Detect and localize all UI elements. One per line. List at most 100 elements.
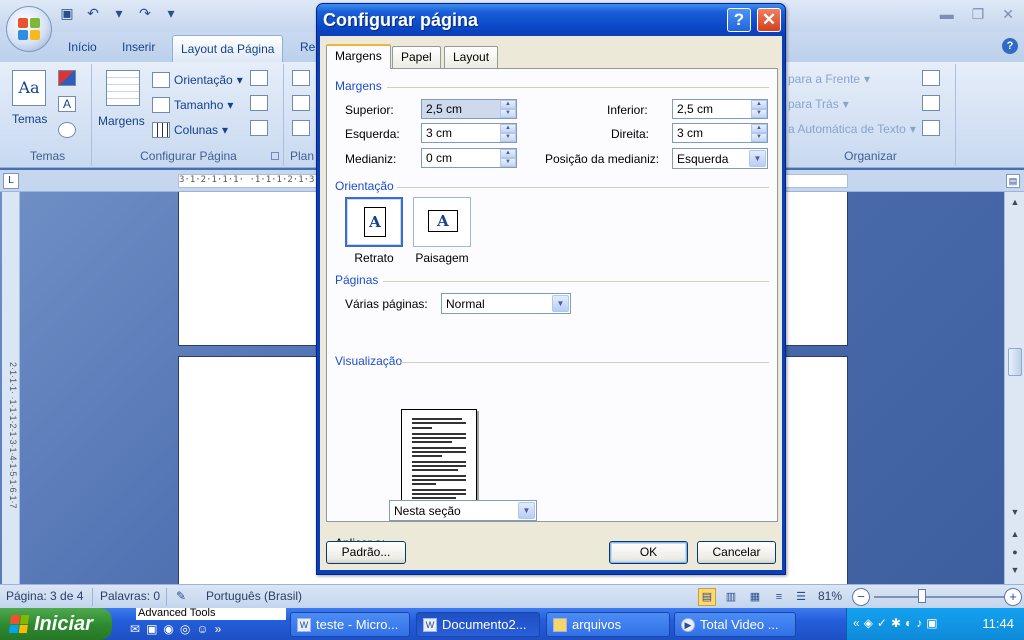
right-margin-input[interactable] xyxy=(673,124,751,142)
gutter-position-select[interactable]: Esquerda ▼ xyxy=(672,148,768,169)
hyphenation-icon[interactable] xyxy=(250,120,268,136)
spin-down-icon[interactable]: ▼ xyxy=(500,133,516,142)
page-count[interactable]: Página: 3 de 4 xyxy=(6,589,83,603)
left-margin-input[interactable] xyxy=(422,124,500,142)
multiple-pages-select[interactable]: Normal ▼ xyxy=(441,293,571,314)
antivirus-icon[interactable]: ✓ xyxy=(877,616,887,630)
scroll-down-icon[interactable]: ▼ xyxy=(1007,504,1023,520)
clock[interactable]: 11:44 xyxy=(982,616,1014,631)
spin-down-icon[interactable]: ▼ xyxy=(751,133,767,142)
tab-margens[interactable]: Margens xyxy=(326,44,391,69)
default-button[interactable]: Padrão... xyxy=(326,541,406,564)
spin-up-icon[interactable]: ▲ xyxy=(500,149,516,158)
spin-up-icon[interactable]: ▲ xyxy=(500,100,516,109)
landscape-option[interactable]: A xyxy=(413,197,471,247)
email-icon[interactable]: ✉ xyxy=(130,622,140,636)
spin-down-icon[interactable]: ▼ xyxy=(500,109,516,118)
landscape-label[interactable]: Paisagem xyxy=(402,251,482,265)
gutter-input[interactable] xyxy=(422,149,500,167)
update-icon[interactable]: ◐ xyxy=(905,616,912,630)
customize-qat-icon[interactable]: ▾ xyxy=(162,4,180,22)
cancel-button[interactable]: Cancelar xyxy=(697,541,776,564)
zoom-slider-track[interactable] xyxy=(874,596,1010,598)
messenger-icon[interactable]: ☺ xyxy=(196,622,208,636)
spin-down-icon[interactable]: ▼ xyxy=(751,109,767,118)
task-button[interactable]: ▶ Total Video ... xyxy=(674,612,796,637)
chevron-down-icon[interactable]: ▼ xyxy=(552,295,569,312)
tab-inicio[interactable]: Início xyxy=(68,40,97,54)
tab-inserir[interactable]: Inserir xyxy=(122,40,155,54)
tray-expand-icon[interactable]: « xyxy=(853,616,860,630)
help-icon[interactable]: ? xyxy=(1002,38,1018,54)
dialog-close-button[interactable]: ✕ xyxy=(757,8,781,32)
minimize-icon[interactable]: ▬ xyxy=(940,6,954,23)
spin-up-icon[interactable]: ▲ xyxy=(751,124,767,133)
orientation-button[interactable]: Orientação ▾ xyxy=(152,72,243,88)
bottom-margin-input[interactable] xyxy=(673,100,751,118)
columns-button[interactable]: Colunas ▾ xyxy=(152,122,228,138)
dialog-help-button[interactable]: ? xyxy=(727,8,751,32)
line-numbers-icon[interactable] xyxy=(250,95,268,111)
messenger-tray-icon[interactable]: ✱ xyxy=(891,616,901,630)
theme-fonts-icon[interactable]: A xyxy=(58,96,76,112)
browser-icon[interactable]: ◉ xyxy=(163,622,173,636)
print-layout-view-icon[interactable]: ▤ xyxy=(698,588,716,606)
task-button[interactable]: arquivos xyxy=(546,612,670,637)
tab-layout[interactable]: Layout xyxy=(444,46,499,68)
apply-to-select[interactable]: Nesta seção ▼ xyxy=(389,500,537,521)
size-button[interactable]: Tamanho ▾ xyxy=(152,97,233,113)
send-to-back-button[interactable]: para Trás ▾ xyxy=(788,97,849,111)
word-count[interactable]: Palavras: 0 xyxy=(100,589,160,603)
volume-icon[interactable]: ♪ xyxy=(916,616,922,630)
zoom-out-icon[interactable]: − xyxy=(852,588,870,606)
bring-to-front-button[interactable]: para a Frente ▾ xyxy=(788,72,870,86)
tab-referencias[interactable]: Re xyxy=(300,40,315,54)
previous-page-icon[interactable]: ▲ xyxy=(1007,526,1023,542)
margins-button[interactable]: Margens xyxy=(98,114,145,128)
vertical-scrollbar[interactable]: ▲ ▼ ▲ ● ▼ xyxy=(1004,192,1024,584)
theme-effects-icon[interactable] xyxy=(58,122,76,138)
browse-object-icon[interactable]: ● xyxy=(1007,544,1023,560)
chevron-down-icon[interactable]: ▼ xyxy=(518,502,535,519)
page-borders-icon[interactable] xyxy=(292,120,310,136)
align-icon[interactable] xyxy=(922,70,940,86)
outline-view-icon[interactable]: ≡ xyxy=(770,588,788,606)
zoom-in-icon[interactable]: + xyxy=(1004,588,1022,606)
themes-button[interactable]: Temas xyxy=(12,112,47,126)
spin-up-icon[interactable]: ▲ xyxy=(500,124,516,133)
close-icon[interactable]: ✕ xyxy=(1002,6,1014,23)
theme-colors-icon[interactable] xyxy=(58,70,76,86)
web-layout-icon[interactable]: ▦ xyxy=(746,588,764,606)
right-margin-spinner[interactable]: ▲▼ xyxy=(672,123,768,143)
task-button[interactable]: W Documento2... xyxy=(416,612,540,637)
group-icon[interactable] xyxy=(922,95,940,111)
dropdown-icon[interactable]: ▾ xyxy=(110,4,128,22)
tab-layout-da-pagina[interactable]: Layout da Página xyxy=(172,35,284,63)
network-icon[interactable]: ◈ xyxy=(864,616,873,630)
vertical-ruler[interactable]: 2·1·1·1· ·1·1·1·2·1·3·1·4·1·5·1·6·1·7 xyxy=(2,192,20,584)
task-button[interactable]: W teste - Micro... xyxy=(290,612,410,637)
text-wrapping-button[interactable]: a Automática de Texto ▾ xyxy=(788,122,916,136)
office-button[interactable] xyxy=(6,6,52,52)
next-page-icon[interactable]: ▼ xyxy=(1007,562,1023,578)
tab-papel[interactable]: Papel xyxy=(392,46,441,68)
undo-icon[interactable]: ↶ xyxy=(84,4,102,22)
start-button[interactable]: Iniciar xyxy=(0,608,112,640)
view-ruler-icon[interactable]: ▤ xyxy=(1006,174,1020,188)
dialog-launcher-icon[interactable] xyxy=(271,152,279,160)
media-icon[interactable]: ◎ xyxy=(180,622,190,636)
more-icon[interactable]: » xyxy=(215,622,222,636)
tab-selector[interactable]: L xyxy=(3,173,19,189)
restore-icon[interactable]: ❐ xyxy=(972,6,985,23)
top-margin-input[interactable] xyxy=(422,100,500,118)
dialog-title-bar[interactable]: Configurar página ? ✕ xyxy=(317,4,785,36)
bottom-margin-spinner[interactable]: ▲▼ xyxy=(672,99,768,119)
watermark-icon[interactable] xyxy=(292,70,310,86)
breaks-icon[interactable] xyxy=(250,70,268,86)
top-margin-spinner[interactable]: ▲▼ xyxy=(421,99,517,119)
rotate-icon[interactable] xyxy=(922,120,940,136)
portrait-option[interactable]: A xyxy=(345,197,403,247)
language-status[interactable]: Português (Brasil) xyxy=(206,589,302,603)
chevron-down-icon[interactable]: ▼ xyxy=(749,150,766,167)
display-icon[interactable]: ▣ xyxy=(926,616,937,630)
